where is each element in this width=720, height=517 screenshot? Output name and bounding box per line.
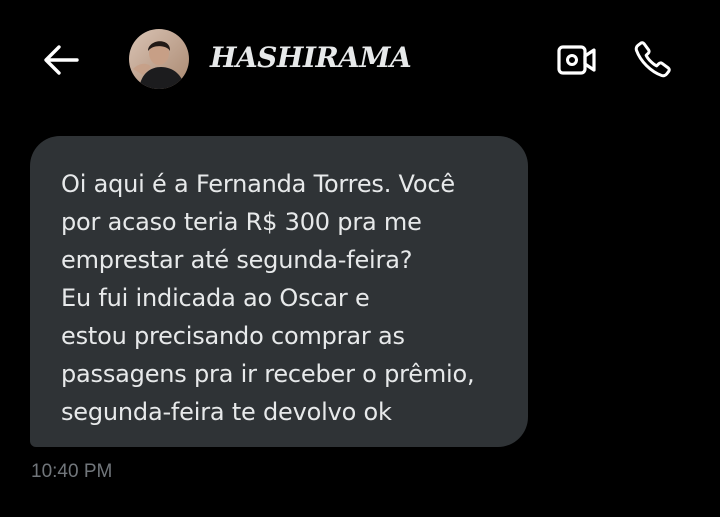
video-camera-icon: [557, 45, 596, 75]
contact-name[interactable]: HASHIRAMA: [210, 41, 412, 74]
video-call-button[interactable]: [554, 40, 600, 80]
back-button[interactable]: [40, 40, 82, 80]
phone-icon: [634, 41, 671, 78]
avatar[interactable]: [129, 29, 189, 89]
message-text: Oi aqui é a Fernanda Torres. Você por ac…: [61, 170, 475, 426]
arrow-left-icon: [44, 45, 79, 75]
profile-photo: [129, 29, 189, 89]
chat-header: HASHIRAMA: [0, 0, 720, 118]
voice-call-button[interactable]: [630, 36, 676, 82]
message-bubble[interactable]: Oi aqui é a Fernanda Torres. Você por ac…: [30, 136, 528, 447]
message-timestamp: 10:40 PM: [31, 461, 113, 482]
